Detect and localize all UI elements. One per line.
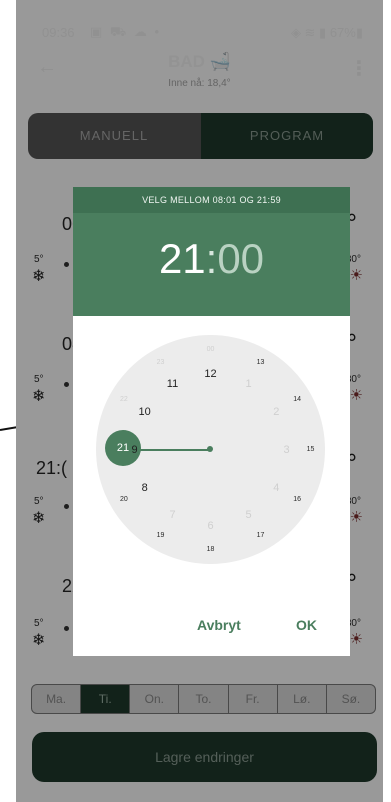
- phone-screen: 09:36 ▣ ⛟ ☁ • ◈ ≋ ▮ 67%▮ ← BAD 🛁 Inne nå…: [16, 0, 383, 802]
- clock-hour-13[interactable]: 13: [251, 356, 271, 370]
- clock-hour-3[interactable]: 3: [277, 443, 297, 457]
- clock-hour-8[interactable]: 8: [135, 481, 155, 495]
- time-separator: :: [205, 235, 218, 282]
- minutes-value[interactable]: 00: [217, 235, 264, 282]
- clock-hour-11[interactable]: 11: [163, 377, 183, 391]
- clock-face[interactable]: 21 12 1 2 3 4 5 6 7 8 9 10 11 00 13 14 15 16 17 18 19 20 22 23: [96, 335, 325, 564]
- clock-hour-7[interactable]: 7: [163, 508, 183, 522]
- clock-hour-19[interactable]: 19: [151, 529, 171, 543]
- clock-hour-2[interactable]: 2: [266, 405, 286, 419]
- clock-hour-4[interactable]: 4: [266, 481, 286, 495]
- hours-value[interactable]: 21: [159, 235, 206, 282]
- clock-hour-6[interactable]: 6: [201, 519, 221, 533]
- time-picker-dialog: VELG MELLOM 08:01 OG 21:59 21:00 21 12 1 2…: [73, 187, 350, 656]
- clock-hour-12[interactable]: 12: [201, 367, 221, 381]
- dialog-header: VELG MELLOM 08:01 OG 21:59 21:00: [73, 187, 350, 316]
- clock-hour-10[interactable]: 10: [135, 405, 155, 419]
- clock-hour-00[interactable]: 00: [201, 343, 221, 357]
- selected-time: 21:00: [73, 235, 350, 283]
- cancel-button[interactable]: Avbryt: [197, 617, 241, 633]
- dialog-title: VELG MELLOM 08:01 OG 21:59: [73, 187, 350, 213]
- clock-hour-18[interactable]: 18: [201, 543, 221, 557]
- clock-center: [207, 446, 213, 452]
- clock-hour-16[interactable]: 16: [287, 493, 307, 507]
- clock-hour-1[interactable]: 1: [239, 377, 259, 391]
- clock-hour-15[interactable]: 15: [301, 443, 321, 457]
- clock-hour-22[interactable]: 22: [114, 393, 134, 407]
- clock-hour-17[interactable]: 17: [251, 529, 271, 543]
- clock-hand: [133, 449, 211, 451]
- clock-hour-20[interactable]: 20: [114, 493, 134, 507]
- clock-hour-14[interactable]: 14: [287, 393, 307, 407]
- ok-button[interactable]: OK: [296, 617, 317, 633]
- clock-hour-9[interactable]: 9: [125, 443, 145, 457]
- clock-hour-5[interactable]: 5: [239, 508, 259, 522]
- clock-hour-23[interactable]: 23: [151, 356, 171, 370]
